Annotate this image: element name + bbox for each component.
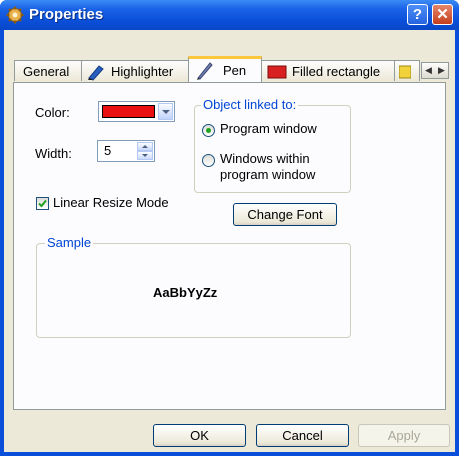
color-label: Color: [35,105,70,120]
linear-resize-checkbox[interactable] [36,197,49,210]
tab-label: Filled rectangle [292,64,381,79]
windows-within-radio[interactable] [202,154,215,167]
tab-pen[interactable]: Pen [188,56,262,82]
tab-scroll-buttons[interactable]: ◀ ▶ [421,62,449,79]
tab-general[interactable]: General [14,60,82,81]
gear-icon [6,6,24,24]
change-font-button[interactable]: Change Font [233,203,337,226]
program-window-label[interactable]: Program window [220,121,317,136]
color-swatch [102,105,155,118]
object-linked-title: Object linked to: [201,97,299,112]
tab-strip: General Highlighter Pen Filled rectangle [4,56,449,84]
program-window-radio[interactable] [202,124,215,137]
spin-down-icon[interactable] [137,151,153,160]
width-label: Width: [35,146,72,161]
chevron-down-icon[interactable] [158,103,173,120]
help-button[interactable]: ? [407,4,428,25]
tab-label: Highlighter [111,64,174,79]
spin-up-icon[interactable] [137,142,153,151]
cancel-button[interactable]: Cancel [256,424,349,447]
tab-partial[interactable] [394,60,420,81]
window-title: Properties [29,6,104,23]
linear-resize-label[interactable]: Linear Resize Mode [53,195,169,210]
pen-icon [197,62,213,80]
tab-label: Pen [223,63,247,78]
highlighter-icon [88,65,104,81]
ok-button[interactable]: OK [153,424,246,447]
tab-label: General [23,64,70,79]
tab-highlighter[interactable]: Highlighter [81,60,189,81]
sample-title: Sample [45,235,94,250]
sample-text: AaBbYyZz [153,285,218,300]
windows-within-label[interactable]: Windows within [220,151,310,166]
apply-button[interactable]: Apply [358,424,450,447]
tab-scroll-right-icon[interactable]: ▶ [438,66,445,76]
tab-filled-rectangle[interactable]: Filled rectangle [261,60,395,81]
partial-tab-icon [399,65,411,79]
close-button[interactable]: ✕ [432,4,453,25]
width-spinner[interactable]: 5 [97,140,155,162]
color-picker[interactable] [98,101,175,122]
width-value[interactable]: 5 [104,143,111,158]
title-bar[interactable]: Properties ? ✕ [0,0,459,30]
windows-within-label-line2[interactable]: program window [220,167,315,182]
tab-scroll-left-icon[interactable]: ◀ [425,66,432,76]
spinner-buttons [137,142,153,160]
properties-window: Properties ? ✕ General Highlighter Pen F… [0,0,459,456]
filled-rectangle-icon [267,65,287,79]
check-icon [38,199,47,208]
